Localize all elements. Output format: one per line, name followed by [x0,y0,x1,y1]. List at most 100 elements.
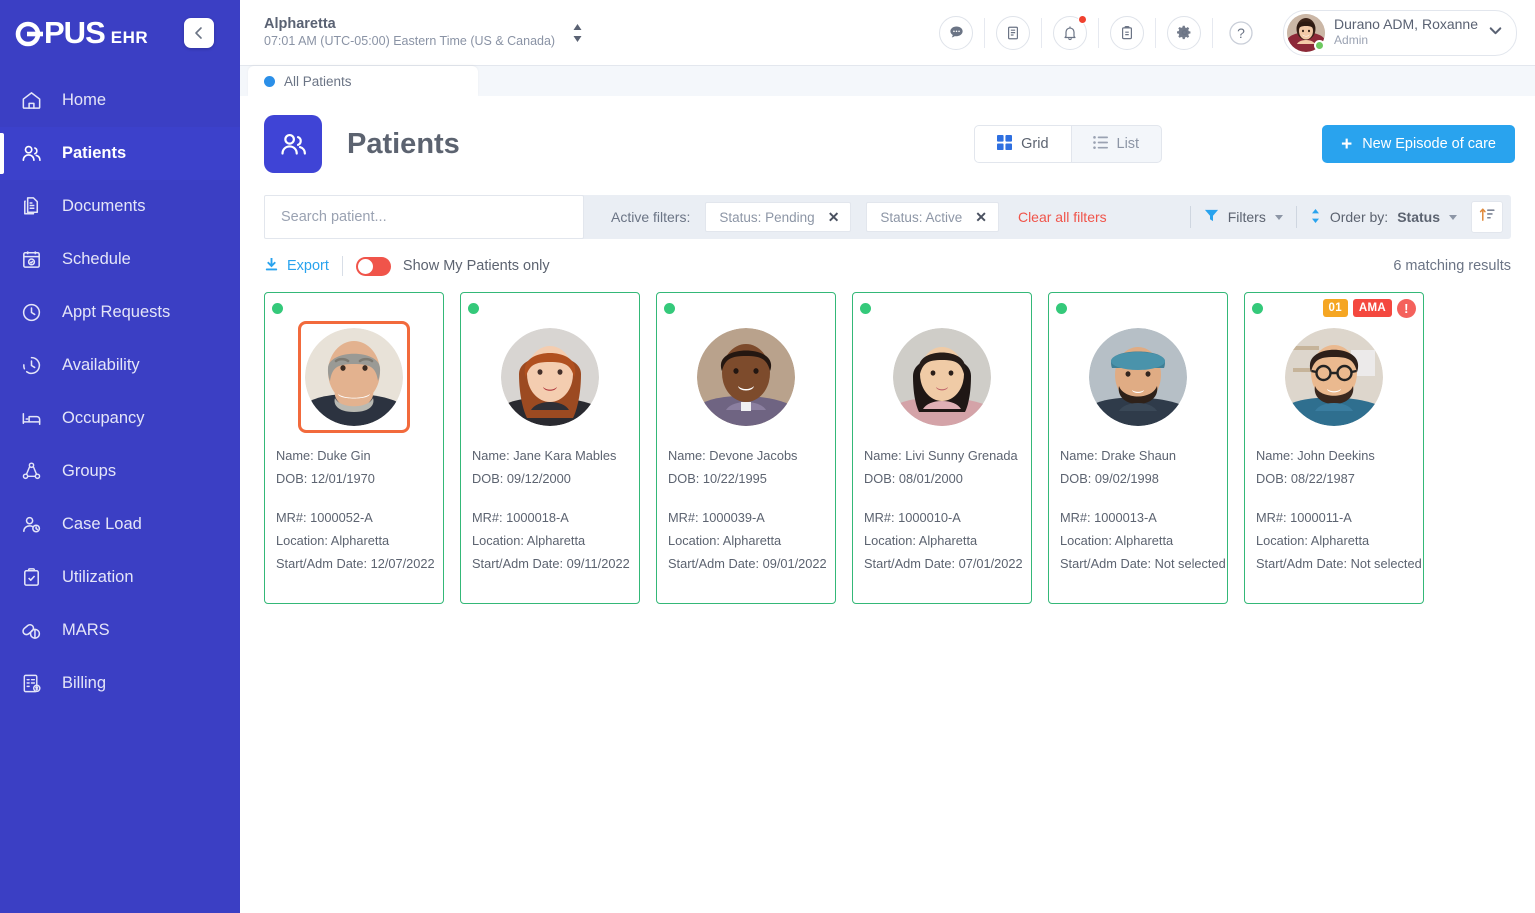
patient-card-grid: Name: Duke Gin DOB: 12/01/1970 MR#: 1000… [264,292,1511,604]
sidebar-item-utilization[interactable]: Utilization [0,551,240,604]
order-by-button[interactable]: Order by: Status [1310,208,1457,227]
close-icon[interactable]: ✕ [975,209,987,226]
patient-photo [501,328,599,426]
toggle-knob [357,258,373,274]
clear-all-filters-button[interactable]: Clear all filters [1018,209,1107,225]
sidebar-item-label: Groups [62,462,117,480]
show-my-patients-toggle[interactable] [355,256,391,276]
chevron-down-icon [1487,22,1504,44]
patient-details: Name: Devone Jacobs DOB: 10/22/1995 MR#:… [664,444,828,575]
sidebar-item-label: Case Load [62,515,142,533]
patient-photo [697,328,795,426]
bell-icon[interactable] [1053,14,1088,50]
patient-mr-line: MR#: 1000039-A [668,510,765,525]
patient-card[interactable]: Name: Drake Shaun DOB: 09/02/1998 MR#: 1… [1048,292,1228,604]
content-panel: Patients Grid List + New Episode of care… [240,96,1535,913]
patient-location-line: Location: Alpharetta [472,533,586,548]
view-toggle-grid[interactable]: Grid [975,126,1071,162]
patient-details: Name: John Deekins DOB: 08/22/1987 MR#: … [1252,444,1422,575]
patient-location-line: Location: Alpharetta [1256,533,1370,548]
patient-start-line: Start/Adm Date: 07/01/2022 [864,556,1023,571]
sidebar-item-availability[interactable]: Availability [0,339,240,392]
patient-start-line: Start/Adm Date: 09/01/2022 [668,556,827,571]
patient-dob-line: DOB: 09/02/1998 [1060,471,1159,486]
avatar [1287,13,1326,52]
patient-photo-frame[interactable] [494,321,606,433]
card-top-row [272,301,436,315]
patient-dob-line: DOB: 10/22/1995 [668,471,767,486]
patient-card[interactable]: Name: Livi Sunny Grenada DOB: 08/01/2000… [852,292,1032,604]
new-episode-of-care-button[interactable]: + New Episode of care [1322,125,1515,163]
filter-chip-status-pending[interactable]: Status: Pending ✕ [705,202,852,232]
tab-all-patients[interactable]: All Patients [248,66,478,96]
patient-details: Name: Drake Shaun DOB: 09/02/1998 MR#: 1… [1056,444,1226,575]
badge-ama[interactable]: AMA [1352,299,1392,317]
chat-icon[interactable] [939,15,974,50]
sidebar-item-patients[interactable]: Patients [0,127,240,180]
badge-count[interactable]: 01 [1322,299,1348,317]
help-icon[interactable]: ? [1224,15,1259,50]
patient-location-line: Location: Alpharetta [668,533,782,548]
documents-icon [18,194,44,220]
alert-icon[interactable]: ! [1397,298,1416,318]
filter-chip-label: Status: Active [880,209,963,225]
patient-location-line: Location: Alpharetta [1060,533,1174,548]
active-filters-label: Active filters: [611,209,691,225]
close-icon[interactable]: ✕ [828,209,840,226]
sidebar-item-case-load[interactable]: Case Load [0,498,240,551]
view-toggle: Grid List [974,125,1163,163]
sidebar-collapse-button[interactable] [184,18,215,48]
facility-selector[interactable]: Alpharetta 07:01 AM (UTC-05:00) Eastern … [264,15,584,49]
sidebar-item-occupancy[interactable]: Occupancy [0,392,240,445]
tab-status-dot [264,75,275,87]
status-badge [664,302,675,314]
patient-name-line: Name: Drake Shaun [1060,448,1176,463]
view-toggle-grid-label: Grid [1021,136,1049,152]
notes-icon[interactable] [996,15,1031,50]
user-menu[interactable]: Durano ADM, Roxanne Admin [1283,9,1517,56]
sidebar-nav: Home Patients Documents Schedule Appt Re… [0,74,240,710]
sidebar-item-label: Billing [62,674,107,692]
sidebar-item-billing[interactable]: Billing [0,657,240,710]
sidebar-item-schedule[interactable]: Schedule [0,233,240,286]
patient-photo-frame[interactable] [1278,321,1390,433]
divider [1212,17,1214,48]
sidebar-item-home[interactable]: Home [0,74,240,127]
home-icon [18,88,44,114]
patient-details: Name: Livi Sunny Grenada DOB: 08/01/2000… [860,444,1024,575]
patient-name-line: Name: Duke Gin [276,448,371,463]
facility-timezone: 07:01 AM (UTC-05:00) Eastern Time (US & … [264,34,556,49]
filter-chip-status-active[interactable]: Status: Active ✕ [866,202,999,232]
patient-mr-line: MR#: 1000013-A [1060,510,1157,525]
patient-photo-frame[interactable] [886,321,998,433]
status-badge [860,302,871,314]
patient-card[interactable]: Name: Duke Gin DOB: 12/01/1970 MR#: 1000… [264,292,444,604]
sidebar-item-documents[interactable]: Documents [0,180,240,233]
sidebar-item-appt-requests[interactable]: Appt Requests [0,286,240,339]
search-input[interactable] [264,195,584,239]
export-button[interactable]: Export [264,257,329,276]
clipboard-icon[interactable] [1110,15,1145,50]
divider [341,256,343,276]
gear-icon[interactable] [1167,15,1202,50]
logo-suffix: EHR [110,28,149,47]
new-episode-label: New Episode of care [1362,136,1496,152]
sidebar-item-groups[interactable]: Groups [0,445,240,498]
patient-photo-frame[interactable] [690,321,802,433]
patient-photo-frame[interactable] [298,321,410,433]
sort-direction-button[interactable] [1471,201,1503,233]
sidebar-item-mars[interactable]: MARS [0,604,240,657]
view-toggle-list[interactable]: List [1071,126,1162,162]
notification-badge [1078,14,1088,24]
order-by-value: Status [1397,209,1440,225]
patient-card[interactable]: Name: Jane Kara Mables DOB: 09/12/2000 M… [460,292,640,604]
patient-card[interactable]: Name: Devone Jacobs DOB: 10/22/1995 MR#:… [656,292,836,604]
grid-icon [997,134,1013,154]
patient-photo-frame[interactable] [1082,321,1194,433]
patient-photo [893,328,991,426]
tab-strip: All Patients [240,66,1535,96]
tab-label: All Patients [284,73,352,89]
patient-name-line: Name: Jane Kara Mables [472,448,617,463]
patient-card[interactable]: 01 AMA ! Name: John Deekins DOB: 08/22/1… [1244,292,1424,604]
filters-button[interactable]: Filters [1204,208,1283,226]
